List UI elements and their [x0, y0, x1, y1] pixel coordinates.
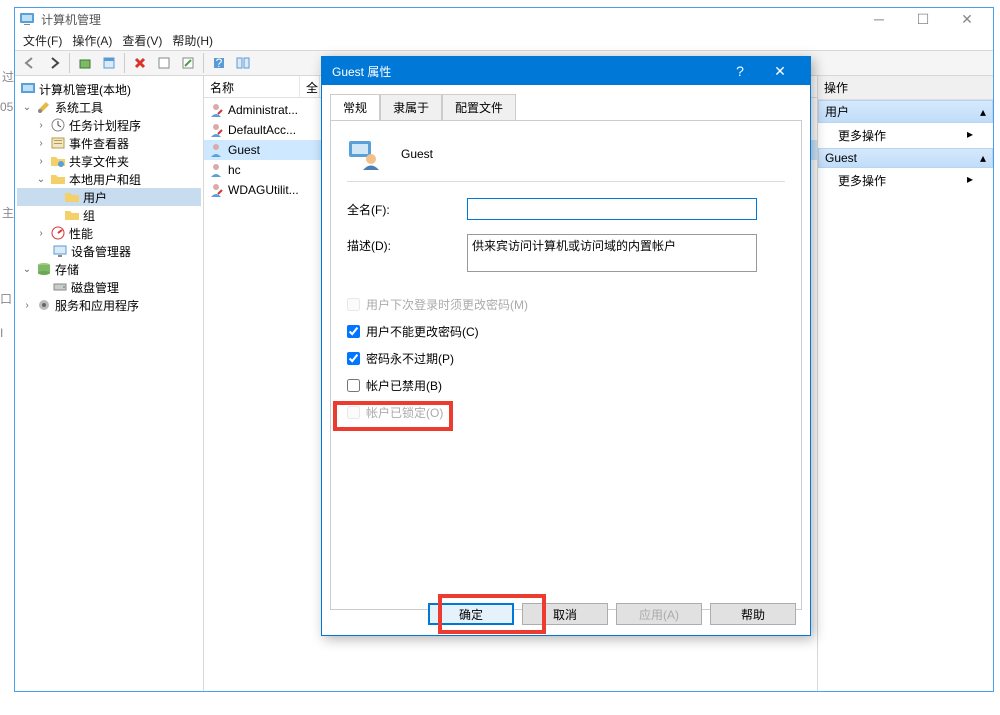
help-button[interactable]: ? [720, 63, 760, 79]
svg-text:?: ? [216, 56, 223, 70]
main-titlebar: 计算机管理 ─ ☐ ✕ [15, 8, 993, 30]
clock-icon [50, 117, 66, 133]
help-button[interactable]: ? [208, 52, 230, 74]
username-display: Guest [401, 147, 433, 161]
fullname-label: 全名(F): [347, 198, 467, 218]
col-name[interactable]: 名称 [204, 76, 300, 97]
chevron-right-icon: ▸ [967, 172, 973, 189]
maximize-button[interactable]: ☐ [901, 9, 945, 29]
chk-never-expire[interactable]: 密码永不过期(P) [347, 350, 785, 367]
user-icon [208, 182, 224, 198]
tab-memberof[interactable]: 隶属于 [380, 94, 442, 121]
chk-must-change: 用户下次登录时须更改密码(M) [347, 296, 785, 313]
event-icon [50, 135, 66, 151]
tree-root[interactable]: 计算机管理(本地) [17, 80, 201, 98]
tree-disk-mgmt[interactable]: 磁盘管理 [17, 278, 201, 296]
menu-view[interactable]: 查看(V) [122, 32, 162, 48]
tools-icon [36, 99, 52, 115]
tree-event-viewer[interactable]: ›事件查看器 [17, 134, 201, 152]
chk-cannot-change-box[interactable] [347, 325, 360, 338]
dialog-title: Guest 属性 [332, 63, 720, 80]
actions-group-guest[interactable]: Guest▴ [818, 148, 993, 168]
actions-more-1[interactable]: 更多操作▸ [818, 123, 993, 148]
actions-pane: 操作 用户▴ 更多操作▸ Guest▴ 更多操作▸ [818, 76, 993, 691]
show-hide-button[interactable] [232, 52, 254, 74]
chk-never-expire-box[interactable] [347, 352, 360, 365]
ok-button[interactable]: 确定 [428, 603, 514, 625]
description-label: 描述(D): [347, 234, 467, 254]
tree-local-users[interactable]: ⌄本地用户和组 [17, 170, 201, 188]
cancel-button[interactable]: 取消 [522, 603, 608, 625]
minimize-button[interactable]: ─ [857, 9, 901, 29]
tree-system-tools[interactable]: ⌄系统工具 [17, 98, 201, 116]
mmc-icon [19, 11, 35, 27]
forward-button[interactable] [43, 52, 65, 74]
tab-panel: Guest 全名(F): 描述(D): 供来宾访问计算机或访问域的内置帐户 用户… [330, 120, 802, 610]
chk-account-disabled[interactable]: 帐户已禁用(B) [347, 377, 785, 394]
help-button[interactable]: 帮助 [710, 603, 796, 625]
storage-icon [36, 261, 52, 277]
menubar: 文件(F) 操作(A) 查看(V) 帮助(H) [15, 30, 993, 50]
tree-services[interactable]: ›服务和应用程序 [17, 296, 201, 314]
device-icon [52, 243, 68, 259]
chk-account-disabled-box[interactable] [347, 379, 360, 392]
actions-group-user[interactable]: 用户▴ [818, 100, 993, 123]
tab-strip: 常规 隶属于 配置文件 [330, 93, 802, 120]
properties-dialog: Guest 属性 ? ✕ 常规 隶属于 配置文件 Guest 全名(F): 描述… [321, 56, 811, 636]
services-icon [36, 297, 52, 313]
collapse-icon: ▴ [980, 151, 986, 165]
properties-button[interactable] [98, 52, 120, 74]
user-icon [208, 122, 224, 138]
chk-cannot-change[interactable]: 用户不能更改密码(C) [347, 323, 785, 340]
col-fullname[interactable]: 全 [300, 76, 320, 97]
user-icon [208, 102, 224, 118]
folder-icon [64, 207, 80, 223]
chk-must-change-box [347, 298, 360, 311]
tab-general[interactable]: 常规 [330, 94, 380, 121]
chk-locked: 帐户已锁定(O) [347, 404, 785, 421]
close-button[interactable]: ✕ [760, 63, 800, 80]
users-folder-icon [50, 171, 66, 187]
tree-task-scheduler[interactable]: ›任务计划程序 [17, 116, 201, 134]
shared-folder-icon [50, 153, 66, 169]
user-large-icon [347, 137, 381, 171]
menu-help[interactable]: 帮助(H) [172, 32, 213, 48]
tree-pane: 计算机管理(本地) ⌄系统工具 ›任务计划程序 ›事件查看器 ›共享文件夹 ⌄本… [15, 76, 204, 691]
tree-shared-folders[interactable]: ›共享文件夹 [17, 152, 201, 170]
folder-icon [64, 189, 80, 205]
main-title: 计算机管理 [41, 11, 857, 28]
description-input[interactable]: 供来宾访问计算机或访问域的内置帐户 [467, 234, 757, 272]
tree-device-manager[interactable]: 设备管理器 [17, 242, 201, 260]
performance-icon [50, 225, 66, 241]
up-button[interactable] [74, 52, 96, 74]
fullname-input[interactable] [467, 198, 757, 220]
dialog-titlebar: Guest 属性 ? ✕ [322, 57, 810, 85]
close-button[interactable]: ✕ [945, 9, 989, 29]
tree-performance[interactable]: ›性能 [17, 224, 201, 242]
actions-title: 操作 [818, 76, 993, 100]
back-button[interactable] [19, 52, 41, 74]
tree-users[interactable]: 用户 [17, 188, 201, 206]
chk-locked-box [347, 406, 360, 419]
apply-button[interactable]: 应用(A) [616, 603, 702, 625]
export-button[interactable] [177, 52, 199, 74]
delete-button[interactable] [129, 52, 151, 74]
menu-file[interactable]: 文件(F) [23, 32, 62, 48]
tree-groups[interactable]: 组 [17, 206, 201, 224]
disk-icon [52, 279, 68, 295]
tree-storage[interactable]: ⌄存储 [17, 260, 201, 278]
collapse-icon: ▴ [980, 105, 986, 119]
menu-action[interactable]: 操作(A) [72, 32, 112, 48]
refresh-button[interactable] [153, 52, 175, 74]
actions-more-2[interactable]: 更多操作▸ [818, 168, 993, 193]
user-icon [208, 162, 224, 178]
chevron-right-icon: ▸ [967, 127, 973, 144]
tab-profile[interactable]: 配置文件 [442, 94, 516, 121]
mmc-icon [20, 81, 36, 97]
user-icon [208, 142, 224, 158]
